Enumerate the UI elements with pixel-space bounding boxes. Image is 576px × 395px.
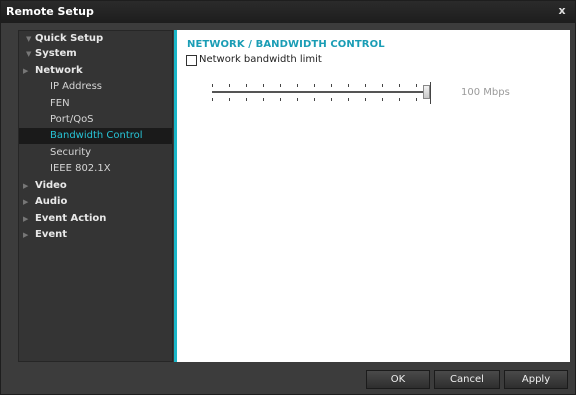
tree-item-label: IP Address: [50, 81, 102, 92]
tree-item-label: Port/QoS: [50, 114, 94, 125]
tree-item-label: IEEE 802.1X: [50, 163, 111, 174]
slider-end-tick: [430, 82, 431, 104]
slider-ticks: [212, 80, 432, 106]
expand-arrow-icon: ▶: [23, 231, 29, 239]
bandwidth-limit-checkbox[interactable]: [186, 55, 197, 66]
apply-button[interactable]: Apply: [504, 370, 568, 389]
slider-tick: [314, 98, 315, 101]
window-title: Remote Setup: [6, 5, 94, 18]
tree-item-label: Bandwidth Control: [50, 130, 143, 141]
slider-tick: [416, 98, 417, 101]
title-bar[interactable]: Remote Setup x: [1, 1, 575, 23]
remote-setup-window: Remote Setup x ▼ Quick Setup ▼ System ▶ …: [0, 0, 576, 395]
slider-tick: [229, 84, 230, 87]
slider-tick: [246, 84, 247, 87]
section-title: NETWORK / BANDWIDTH CONTROL: [187, 39, 385, 50]
slider-tick: [331, 98, 332, 101]
tree-item-label: System: [35, 48, 77, 59]
tree-item-port-qos[interactable]: Port/QoS: [19, 112, 172, 128]
tree-item-security[interactable]: Security: [19, 145, 172, 161]
tree-item-event[interactable]: ▶ Event: [19, 227, 172, 243]
tree-item-bandwidth-control[interactable]: Bandwidth Control: [19, 128, 172, 144]
slider-tick: [382, 84, 383, 87]
slider-tick: [314, 84, 315, 87]
tree-item-label: FEN: [50, 98, 70, 109]
expand-arrow-icon: ▶: [23, 67, 29, 75]
slider-tick: [365, 84, 366, 87]
slider-tick: [348, 98, 349, 101]
slider-tick: [399, 98, 400, 101]
slider-tick: [382, 98, 383, 101]
slider-tick: [280, 98, 281, 101]
tree-item-ieee-8021x[interactable]: IEEE 802.1X: [19, 161, 172, 177]
expand-arrow-icon: ▶: [23, 182, 29, 190]
tree-item-label: Event Action: [35, 213, 107, 224]
slider-track[interactable]: [212, 91, 423, 93]
tree-item-event-action[interactable]: ▶ Event Action: [19, 211, 172, 227]
slider-tick: [331, 84, 332, 87]
expand-arrow-icon: ▼: [26, 35, 32, 43]
slider-tick: [416, 84, 417, 87]
expand-arrow-icon: ▼: [26, 50, 32, 58]
slider-tick: [229, 98, 230, 101]
expand-arrow-icon: ▶: [23, 215, 29, 223]
bandwidth-value: 100 Mbps: [461, 87, 510, 98]
tree-item-label: Event: [35, 229, 68, 240]
slider-tick: [297, 84, 298, 87]
slider-tick: [280, 84, 281, 87]
tree-item-ip-address[interactable]: IP Address: [19, 79, 172, 95]
slider-tick: [399, 84, 400, 87]
tree-item-video[interactable]: ▶ Video: [19, 178, 172, 194]
slider-tick: [212, 98, 213, 101]
tree-item-label: Quick Setup: [35, 33, 104, 44]
settings-tree: ▼ Quick Setup ▼ System ▶ Network IP Addr…: [18, 30, 173, 362]
dialog-footer: OK Cancel Apply: [1, 363, 575, 395]
slider-tick: [246, 98, 247, 101]
tree-item-label: Network: [35, 65, 83, 76]
slider-tick: [348, 84, 349, 87]
tree-item-label: Video: [35, 180, 67, 191]
slider-tick: [263, 98, 264, 101]
slider-tick: [297, 98, 298, 101]
settings-panel: NETWORK / BANDWIDTH CONTROL Network band…: [174, 30, 570, 362]
ok-button[interactable]: OK: [366, 370, 430, 389]
tree-item-label: Security: [50, 147, 92, 158]
slider-tick: [365, 98, 366, 101]
tree-item-system[interactable]: ▼ System: [19, 46, 172, 62]
tree-item-network[interactable]: ▶ Network: [19, 63, 172, 79]
tree-item-quick-setup[interactable]: ▼ Quick Setup: [19, 31, 172, 47]
slider-tick: [212, 84, 213, 87]
tree-item-fen[interactable]: FEN: [19, 96, 172, 112]
cancel-button[interactable]: Cancel: [434, 370, 500, 389]
expand-arrow-icon: ▶: [23, 198, 29, 206]
tree-item-label: Audio: [35, 196, 68, 207]
slider-tick: [263, 84, 264, 87]
tree-item-audio[interactable]: ▶ Audio: [19, 194, 172, 210]
bandwidth-limit-label: Network bandwidth limit: [199, 54, 322, 65]
slider-thumb[interactable]: [423, 85, 430, 99]
close-icon[interactable]: x: [555, 4, 569, 18]
bandwidth-slider[interactable]: [212, 80, 432, 106]
